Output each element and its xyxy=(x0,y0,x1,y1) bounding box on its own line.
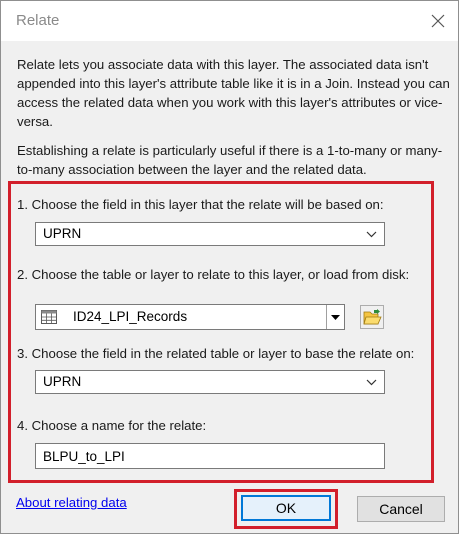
step2-selected-value: ID24_LPI_Records xyxy=(73,309,188,324)
relate-dialog: Relate Relate lets you associate data wi… xyxy=(0,0,459,534)
step1-selected-value: UPRN xyxy=(43,226,82,241)
step2-dropdown-arrow[interactable] xyxy=(326,305,344,329)
step3-selected-value: UPRN xyxy=(43,374,82,389)
open-folder-icon xyxy=(362,308,382,324)
title-bar: Relate xyxy=(1,1,458,41)
step2-layer-dropdown[interactable]: ID24_LPI_Records xyxy=(35,304,345,330)
cancel-button[interactable]: Cancel xyxy=(357,496,445,522)
about-relating-data-link[interactable]: About relating data xyxy=(16,495,127,510)
close-icon xyxy=(431,14,445,28)
dialog-title: Relate xyxy=(16,12,60,29)
step4-label: 4. Choose a name for the relate: xyxy=(17,418,207,433)
step1-field-dropdown[interactable]: UPRN xyxy=(35,222,385,246)
chevron-down-icon xyxy=(366,379,377,386)
step3-label: 3. Choose the field in the related table… xyxy=(17,346,415,361)
close-button[interactable] xyxy=(424,7,452,35)
description-paragraph-1: Relate lets you associate data with this… xyxy=(17,57,450,129)
step2-label: 2. Choose the table or layer to relate t… xyxy=(17,267,410,282)
step1-label: 1. Choose the field in this layer that t… xyxy=(17,197,384,212)
ok-button[interactable]: OK xyxy=(241,495,331,521)
description-paragraph-2: Establishing a relate is particularly us… xyxy=(17,143,443,177)
relate-name-input[interactable] xyxy=(35,443,385,469)
step3-field-dropdown[interactable]: UPRN xyxy=(35,370,385,394)
chevron-down-icon xyxy=(366,231,377,238)
table-icon xyxy=(41,310,57,324)
triangle-down-icon xyxy=(331,314,340,320)
browse-button[interactable] xyxy=(360,305,384,329)
